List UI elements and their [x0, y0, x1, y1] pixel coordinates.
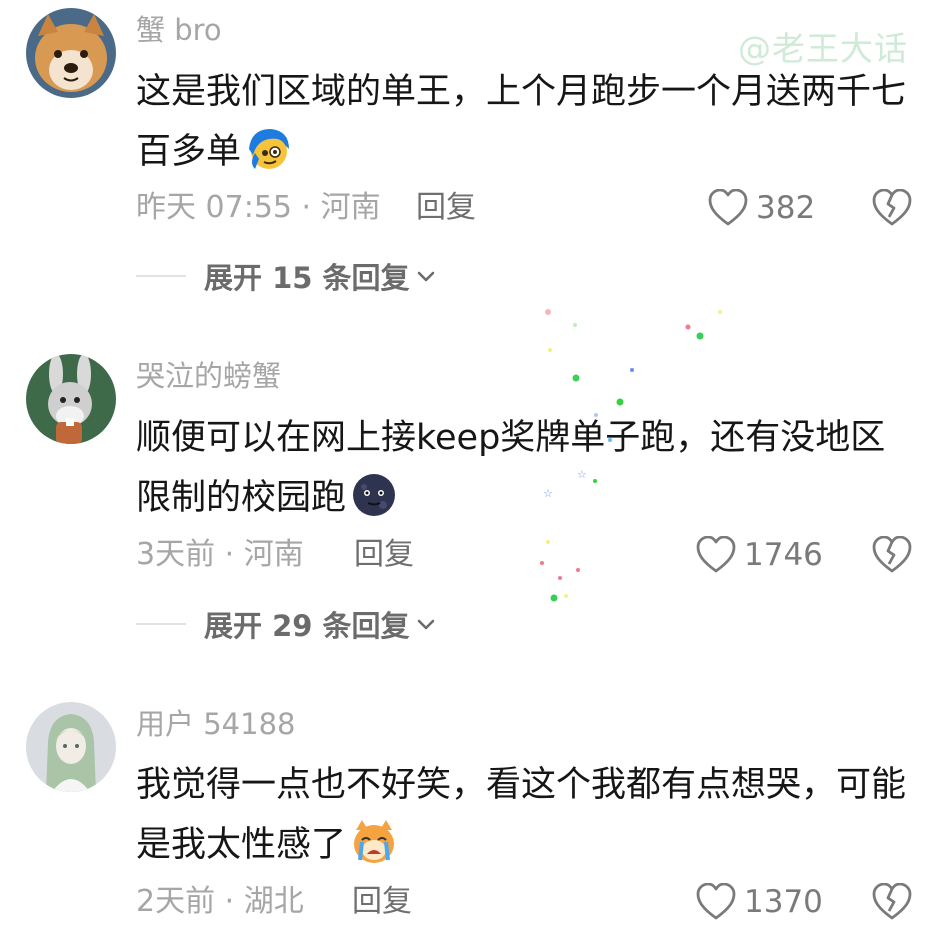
- expand-replies-label: 展开 15 条回复: [204, 261, 410, 295]
- expand-replies[interactable]: 展开 29 条回复: [136, 603, 438, 645]
- like-button[interactable]: 1370: [696, 883, 823, 921]
- like-count: 1746: [744, 537, 823, 573]
- comment-text: 顺便可以在网上接keep奖牌单子跑，还有没地区限制的校园跑: [136, 408, 916, 528]
- divider-line: [136, 275, 186, 277]
- username[interactable]: 用户 54188: [136, 706, 295, 742]
- username[interactable]: 蟹 bro: [136, 12, 222, 48]
- reply-button[interactable]: 回复: [416, 188, 476, 228]
- chevron-down-icon: [417, 271, 434, 282]
- comment-text: 这是我们区域的单王，上个月跑步一个月送两千七百多单: [136, 62, 916, 182]
- comment-text-content: 我觉得一点也不好笑，看这个我都有点想哭，可能是我太性感了: [136, 765, 907, 865]
- like-button[interactable]: 1746: [696, 536, 823, 574]
- chevron-down-icon: [417, 619, 434, 630]
- avatar[interactable]: [26, 354, 116, 444]
- broken-heart-icon: [872, 535, 912, 573]
- bugs-bunny-avatar: [26, 354, 116, 444]
- like-button[interactable]: 382: [708, 189, 815, 227]
- username[interactable]: 哭泣的螃蟹: [136, 358, 281, 394]
- heart-icon: [696, 883, 736, 920]
- broken-heart-icon: [872, 188, 912, 226]
- avatar[interactable]: [26, 702, 116, 792]
- comment-meta: 3天前 · 河南: [136, 537, 304, 572]
- dislike-button[interactable]: [872, 882, 912, 921]
- broken-heart-icon: [872, 882, 912, 920]
- heart-icon: [708, 189, 748, 226]
- dislike-button[interactable]: [872, 188, 912, 227]
- crying-cat-emoji: [350, 818, 398, 866]
- avatar[interactable]: [26, 8, 116, 98]
- comment-text: 我觉得一点也不好笑，看这个我都有点想哭，可能是我太性感了: [136, 755, 916, 875]
- like-count: 1370: [744, 884, 823, 920]
- blue-hair-face-emoji: [245, 125, 293, 173]
- heart-icon: [696, 536, 736, 573]
- comment-meta: 2天前 · 湖北: [136, 884, 304, 919]
- reply-button[interactable]: 回复: [354, 535, 414, 575]
- reply-button[interactable]: 回复: [352, 882, 412, 922]
- divider-line: [136, 623, 186, 625]
- anime-character-avatar: [26, 702, 116, 792]
- shiba-dog-avatar: [26, 8, 116, 98]
- dark-moon-face-emoji: [350, 471, 398, 519]
- comment-meta: 昨天 07:55 · 河南: [136, 190, 381, 225]
- dislike-button[interactable]: [872, 535, 912, 574]
- like-count: 382: [756, 190, 816, 226]
- comment-text-content: 顺便可以在网上接keep奖牌单子跑，还有没地区限制的校园跑: [136, 418, 886, 518]
- expand-replies-label: 展开 29 条回复: [204, 609, 410, 643]
- expand-replies[interactable]: 展开 15 条回复: [136, 255, 438, 297]
